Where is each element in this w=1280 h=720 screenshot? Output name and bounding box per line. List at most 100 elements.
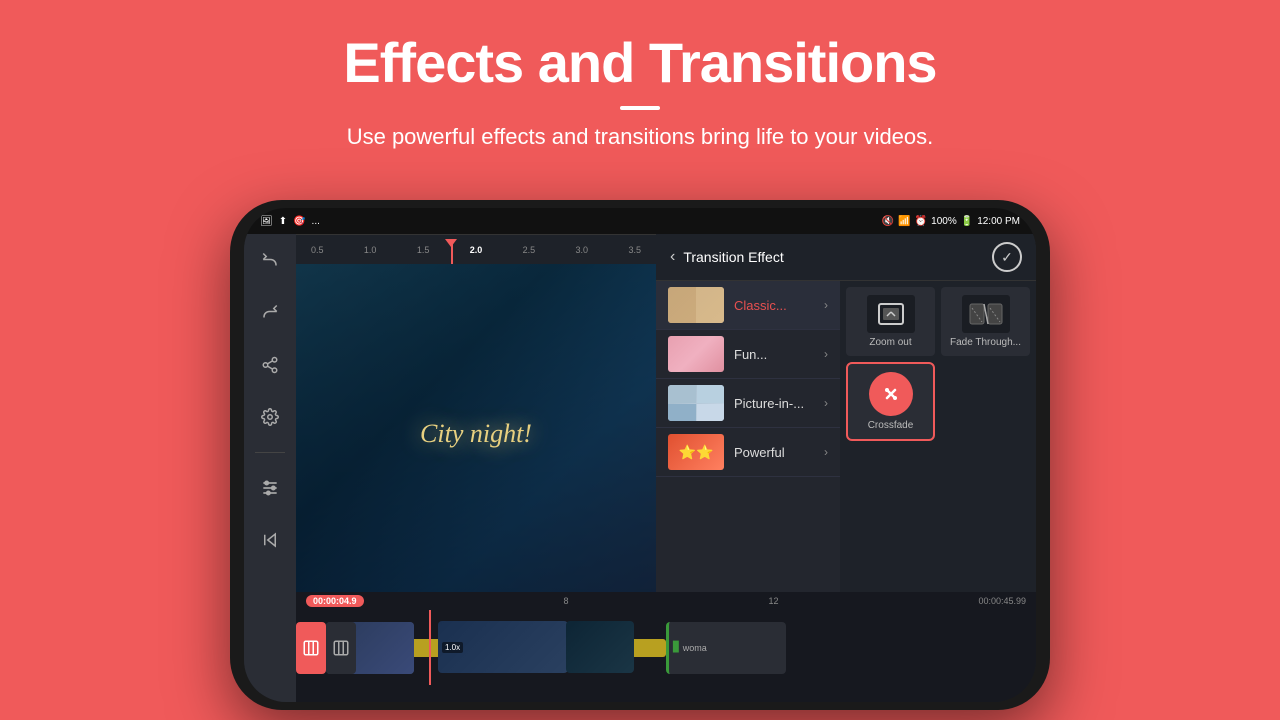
adjust-button[interactable] [253, 471, 287, 505]
photo-icon: 🖼 [260, 216, 273, 227]
category-label-picture: Picture-in-... [734, 396, 824, 411]
more-icon: ... [312, 216, 320, 227]
wifi-icon: 📶 [898, 216, 910, 227]
settings-button[interactable] [253, 400, 287, 434]
ruler-marks: 0.5 1.0 1.5 2.0 2.5 3.0 3.5 [306, 245, 646, 255]
category-item-classic[interactable]: Classic... › [656, 281, 840, 330]
timeline-bottom: 00:00:04.9 8 12 00:00:45.99 [296, 592, 1036, 702]
app-content: City night! 0.5 1.0 1.5 2.0 2.5 3.0 [244, 234, 1036, 702]
fade-through-svg [968, 300, 1004, 328]
category-label-fun: Fun... [734, 347, 824, 362]
undo-button[interactable] [253, 244, 287, 278]
ruler-mark-10: 1.0 [364, 245, 377, 255]
green-clip-label: woma [683, 643, 707, 653]
timeline-clip-3[interactable] [566, 621, 634, 673]
battery-icon: 🔋 [961, 216, 973, 227]
panel-header-left: ‹ Transition Effect [670, 248, 784, 266]
redo-button[interactable] [253, 296, 287, 330]
effect-crossfade[interactable]: Crossfade [846, 362, 935, 441]
upload-icon: ⬆ [279, 216, 287, 227]
zoom-out-label: Zoom out [869, 337, 911, 348]
status-bar: 🖼 ⬆ 🎯 ... 🔇 📶 ⏰ 100% 🔋 12:00 PM [244, 208, 1036, 234]
ruler-mark-05: 0.5 [311, 245, 324, 255]
stars-icon: ⭐⭐ [679, 444, 714, 461]
category-label-classic: Classic... [734, 298, 824, 313]
category-list: Classic... › Fun... › [656, 281, 840, 592]
phone-screen: 🖼 ⬆ 🎯 ... 🔇 📶 ⏰ 100% 🔋 12:00 PM [244, 208, 1036, 702]
status-right: 🔇 📶 ⏰ 100% 🔋 12:00 PM [882, 216, 1020, 227]
clip-multiplier: 1.0x [442, 642, 463, 653]
current-time-badge: 00:00:04.9 [306, 595, 364, 607]
confirm-button[interactable]: ✓ [992, 242, 1022, 272]
playhead [429, 610, 431, 685]
alarm-icon: ⏰ [915, 216, 927, 227]
timeline-tracks: 1.0x [296, 610, 1036, 685]
share-button[interactable] [253, 348, 287, 382]
marker-8: 8 [564, 596, 569, 606]
category-thumb-fun [668, 336, 724, 372]
sidebar-divider [255, 452, 285, 453]
transition-icon-2 [332, 639, 350, 657]
video-overlay [296, 234, 656, 592]
effect-zoom-out[interactable]: Zoom out [846, 287, 935, 356]
category-thumb-picture [668, 385, 724, 421]
category-item-picture[interactable]: Picture-in-... › [656, 379, 840, 428]
effect-grid-row2: Crossfade [846, 362, 1030, 441]
timeline-ruler: 0.5 1.0 1.5 2.0 2.5 3.0 3.5 [296, 234, 656, 264]
status-left-icons: 🖼 ⬆ 🎯 ... [260, 216, 320, 227]
timeline-clip-2[interactable]: 1.0x [438, 621, 568, 673]
category-thumb-classic [668, 287, 724, 323]
page-subtitle: Use powerful effects and transitions bri… [0, 124, 1280, 150]
mute-icon: 🔇 [882, 216, 894, 227]
crossfade-label: Crossfade [868, 420, 914, 431]
timeline-transition-1[interactable] [296, 622, 326, 674]
left-sidebar [244, 234, 296, 702]
ruler-mark-35: 3.5 [628, 245, 641, 255]
category-arrow-fun: › [824, 347, 828, 361]
timeline-green-clip[interactable]: ▊ woma [666, 622, 786, 674]
category-item-powerful[interactable]: ⭐⭐ Powerful › [656, 428, 840, 477]
main-area: City night! 0.5 1.0 1.5 2.0 2.5 3.0 [296, 234, 1036, 702]
check-icon: ✓ [1001, 249, 1013, 266]
crossfade-icon-container [869, 372, 913, 416]
category-arrow-classic: › [824, 298, 828, 312]
ruler-mark-20: 2.0 [470, 245, 483, 255]
ruler-mark-30: 3.0 [576, 245, 589, 255]
category-arrow-powerful: › [824, 445, 828, 459]
zoom-out-icon-container [867, 295, 915, 333]
effect-grid: Zoom out [840, 281, 1036, 592]
time-text: 12:00 PM [977, 216, 1020, 227]
category-thumb-powerful: ⭐⭐ [668, 434, 724, 470]
ruler-mark-15: 1.5 [417, 245, 430, 255]
back-button[interactable]: ‹ [670, 248, 675, 266]
transition-panel: ‹ Transition Effect ✓ [656, 234, 1036, 592]
effect-grid-row1: Zoom out [846, 287, 1030, 356]
timeline-transition-2[interactable] [326, 622, 356, 674]
panel-header: ‹ Transition Effect ✓ [656, 234, 1036, 281]
panel-title: Transition Effect [683, 249, 783, 265]
transition-icon-1 [302, 639, 320, 657]
end-time: 00:00:45.99 [978, 596, 1026, 606]
header-section: Effects and Transitions Use powerful eff… [0, 0, 1280, 150]
rewind-button[interactable] [253, 523, 287, 557]
video-panel-row: City night! 0.5 1.0 1.5 2.0 2.5 3.0 [296, 234, 1036, 592]
phone-body: 🖼 ⬆ 🎯 ... 🔇 📶 ⏰ 100% 🔋 12:00 PM [230, 200, 1050, 710]
title-divider [620, 106, 660, 110]
effect-fade-through[interactable]: Fade Through... [941, 287, 1030, 356]
video-overlay-text: City night! [420, 419, 532, 449]
green-icon: ▊ [673, 642, 681, 653]
page-title: Effects and Transitions [0, 32, 1280, 94]
fade-through-icon-container [962, 295, 1010, 333]
marker-12: 12 [768, 596, 778, 606]
timeline-time-bar: 00:00:04.9 8 12 00:00:45.99 [296, 592, 1036, 610]
ruler-indicator [451, 244, 453, 264]
video-preview: City night! 0.5 1.0 1.5 2.0 2.5 3.0 [296, 234, 656, 592]
category-item-fun[interactable]: Fun... › [656, 330, 840, 379]
target-icon: 🎯 [293, 216, 305, 227]
zoom-out-svg [873, 300, 909, 328]
battery-text: 100% [931, 216, 957, 227]
crossfade-svg [879, 382, 903, 406]
fade-through-label: Fade Through... [950, 337, 1021, 348]
ruler-mark-25: 2.5 [523, 245, 536, 255]
category-label-powerful: Powerful [734, 445, 824, 460]
